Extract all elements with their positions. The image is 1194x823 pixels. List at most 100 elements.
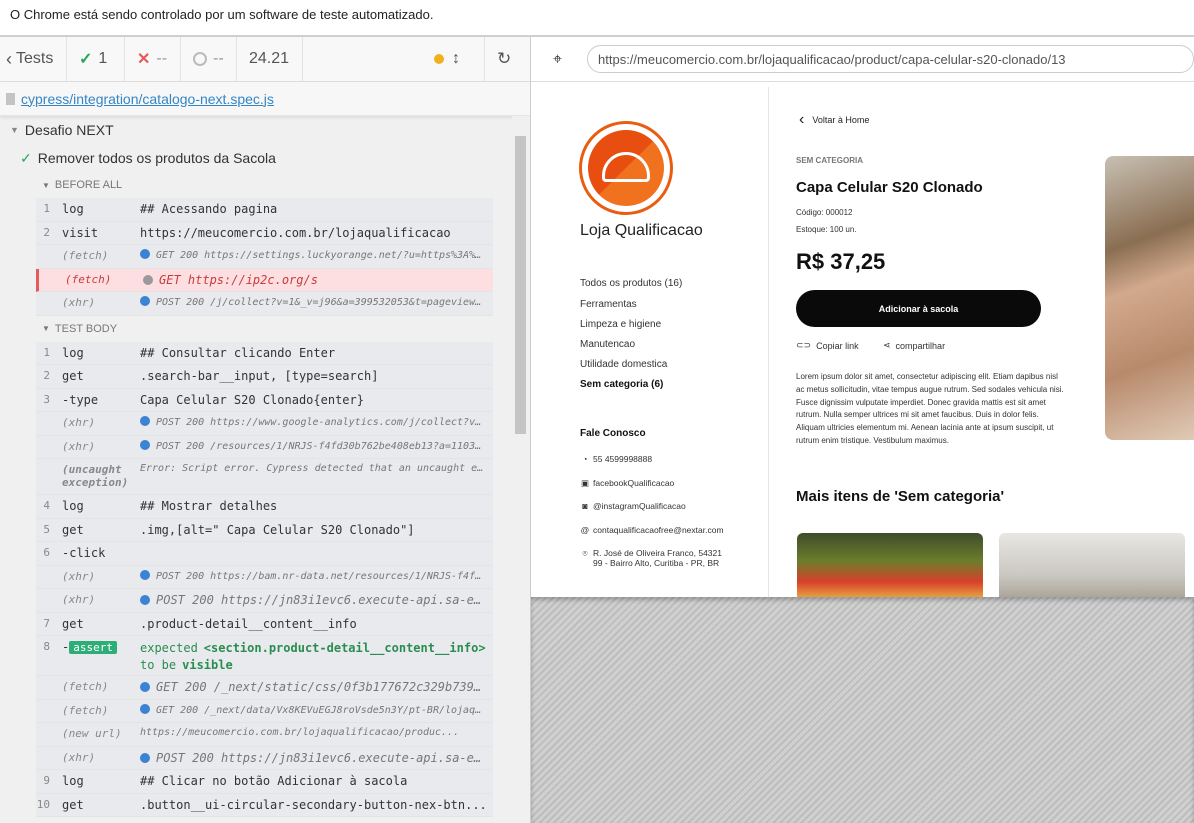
command-row[interactable]: 1 log ## Consultar clicando Enter (36, 341, 493, 365)
product-detail: ‹ Voltar à Home SEM CATEGORIA Capa Celula… (796, 87, 1096, 597)
aut-url-bar: ⌖ https://meucomercio.com.br/lojaqualifi… (531, 37, 1194, 82)
command-row[interactable]: (fetch) GET 200 /_next/static/css/0f3b177… (36, 676, 493, 700)
command-row[interactable]: (fetch) GET https://ip2c.org/s (36, 268, 493, 292)
command-row[interactable]: 2 get .search-bar__input, [type=search] (36, 365, 493, 389)
add-to-bag-button[interactable]: Adicionar à sacola (796, 290, 1041, 327)
command-number: 2 (43, 369, 50, 382)
command-message: .search-bar__input, [type=search] (140, 369, 379, 383)
command-row[interactable]: 9 log ## Clicar no botão Adicionar à sacol… (36, 770, 493, 794)
request-text: POST 200 https://jn83i1evc6.execute-api.… (156, 593, 493, 607)
command-name: (new url) (62, 727, 122, 740)
category-all[interactable]: Todos os produtos (16) (580, 278, 682, 289)
rerun-button[interactable]: ↻ (484, 37, 530, 81)
command-message: GET 200 /_next/data/Vx8KEVuEGJ8roVsde5n3… (140, 703, 493, 716)
command-message: POST 200 /resources/1/NRJS-f4fd30b762be4… (140, 439, 493, 452)
related-item-image[interactable] (999, 533, 1185, 597)
command-name: -type (62, 392, 99, 407)
crosshair-icon[interactable]: ⌖ (553, 49, 562, 69)
command-number: 4 (43, 499, 50, 512)
contact-text: facebookQualificacao (593, 478, 675, 488)
command-row[interactable]: (uncaught exception) Error: Script error.… (36, 459, 493, 495)
category-maintenance[interactable]: Manutencao (580, 339, 635, 350)
command-message: ## Mostrar detalhes (140, 499, 278, 513)
runner-header: ‹ Tests ✓ 1 ✕ -- -- 24.21 ↕ ↻ (0, 37, 530, 82)
command-name: (fetch) (62, 703, 109, 717)
command-message: POST 200 https://jn83i1evc6.execute-api.… (140, 751, 493, 765)
command-row[interactable]: (xhr) POST 200 https://bam.nr-data.net/re… (36, 565, 493, 589)
product-image[interactable] (1105, 156, 1194, 440)
back-home-link[interactable]: ‹ Voltar à Home (799, 111, 869, 129)
command-row[interactable]: (new url) https://meucomercio.com.br/loja… (36, 723, 493, 747)
command-row[interactable]: 4 log ## Mostrar detalhes (36, 495, 493, 519)
related-item-image[interactable] (797, 533, 983, 597)
hard-hat-icon (602, 152, 650, 182)
duration: 24.21 (237, 37, 303, 81)
url-field[interactable]: https://meucomercio.com.br/lojaqualifica… (587, 45, 1194, 73)
suite-title[interactable]: ▼ Desafio NEXT (0, 116, 513, 144)
request-dot-icon (140, 752, 150, 763)
request-text: GET 200 https://settings.luckyorange.net… (156, 250, 493, 261)
address-line: R. José de Oliveira Franco, 54321 (593, 548, 722, 558)
product-title: Capa Celular S20 Clonado (796, 179, 983, 196)
hook-before-all[interactable]: ▼ BEFORE ALL (0, 172, 513, 198)
address-line: 99 - Bairro Alto, Curitiba - PR, BR (593, 558, 720, 568)
spinner-icon (193, 52, 207, 66)
contact-whatsapp[interactable]: ◔ 55 4599998888 (580, 454, 652, 464)
category-uncategorized[interactable]: Sem categoria (6) (580, 379, 663, 390)
command-name: log (62, 774, 84, 788)
suite-text: Desafio NEXT (24, 122, 114, 138)
command-row[interactable]: (xhr) POST 200 /j/collect?v=1&_v=j96&a=39… (36, 292, 493, 316)
caret-down-icon: ▼ (42, 324, 50, 333)
request-dot-icon (140, 296, 150, 306)
command-row[interactable]: 5 get .img,[alt=" Capa Celular S20 Clonado… (36, 518, 493, 542)
contact-text: 55 4599998888 (593, 454, 653, 464)
contact-address: ⌾ R. José de Oliveira Franco, 54321 99 - B… (580, 548, 722, 568)
tests-label: Tests (16, 50, 54, 67)
command-row[interactable]: 10 get .button__ui-circular-secondary-butt… (36, 793, 493, 817)
autoscroll-toggle[interactable]: ↕ (303, 37, 484, 81)
command-message: https://meucomercio.com.br/lojaqualifica… (140, 727, 460, 738)
category-cleaning[interactable]: Limpeza e higiene (580, 319, 661, 330)
scroll-thumb[interactable] (515, 136, 526, 434)
command-message: .img,[alt=" Capa Celular S20 Clonado"] (140, 522, 415, 537)
at-icon: @ (580, 525, 590, 535)
contact-facebook[interactable]: ▣ facebookQualificacao (580, 478, 674, 489)
tests-back-button[interactable]: ‹ Tests (0, 37, 67, 81)
request-text: GET 200 /_next/static/css/0f3b177672c329… (156, 680, 493, 694)
share-button[interactable]: ⋖ compartilhar (883, 340, 945, 351)
spec-file-path[interactable]: cypress/integration/catalogo-next.spec.j… (0, 82, 530, 116)
request-text: POST 200 https://jn83i1evc6.execute-api.… (156, 750, 493, 765)
command-message: POST 200 https://www.google-analytics.co… (140, 416, 493, 428)
copy-link-button[interactable]: ⊂⊃ Copiar link (796, 340, 859, 351)
assert-value: visible (182, 658, 233, 672)
hook-test-body[interactable]: ▼ TEST BODY (0, 316, 513, 342)
command-number: 1 (43, 202, 50, 215)
contact-email[interactable]: @ contaqualificacaofree@nextar.com (580, 525, 724, 535)
failed-count: ✕ -- (125, 37, 181, 81)
command-row[interactable]: (xhr) POST 200 https://www.google-analyti… (36, 412, 493, 436)
status-dot-icon (434, 54, 444, 64)
command-row[interactable]: (fetch) GET 200 /_next/data/Vx8KEVuEGJ8ro… (36, 699, 493, 723)
command-row[interactable]: 3 -type Capa Celular S20 Clonado{enter} (36, 388, 493, 412)
command-row[interactable]: (fetch) GET 200 https://settings.luckyora… (36, 245, 493, 269)
command-row[interactable]: 7 get .product-detail__content__info (36, 612, 493, 636)
command-row[interactable]: 8 - assert expected <section.product-detail_… (36, 636, 493, 676)
log-scrollbar[interactable] (512, 116, 530, 823)
store-name: Loja Qualificacao (580, 222, 703, 239)
share-icon: ⋖ (883, 340, 891, 350)
command-row[interactable]: 2 visit https://meucomercio.com.br/lojaqua… (36, 221, 493, 245)
category-tools[interactable]: Ferramentas (580, 299, 637, 310)
command-message: https://meucomercio.com.br/lojaqualifica… (140, 225, 451, 240)
chevron-left-icon: ‹ (6, 48, 12, 69)
command-row[interactable]: (xhr) POST 200 https://jn83i1evc6.execute… (36, 746, 493, 770)
command-row[interactable]: (xhr) POST 200 https://jn83i1evc6.execute… (36, 589, 493, 613)
command-row[interactable]: 1 log ## Acessando pagina (36, 198, 493, 222)
command-name: visit (62, 225, 99, 240)
command-message: ## Acessando pagina (140, 202, 278, 216)
category-home[interactable]: Utilidade domestica (580, 359, 667, 370)
test-title[interactable]: ✓ Remover todos os produtos da Sacola (0, 144, 513, 172)
command-row[interactable]: 6 -click (36, 542, 493, 566)
contact-instagram[interactable]: ◙ @instagramQualificacao (580, 501, 685, 511)
command-row[interactable]: (xhr) POST 200 /resources/1/NRJS-f4fd30b7… (36, 435, 493, 459)
command-name: get (62, 616, 84, 631)
